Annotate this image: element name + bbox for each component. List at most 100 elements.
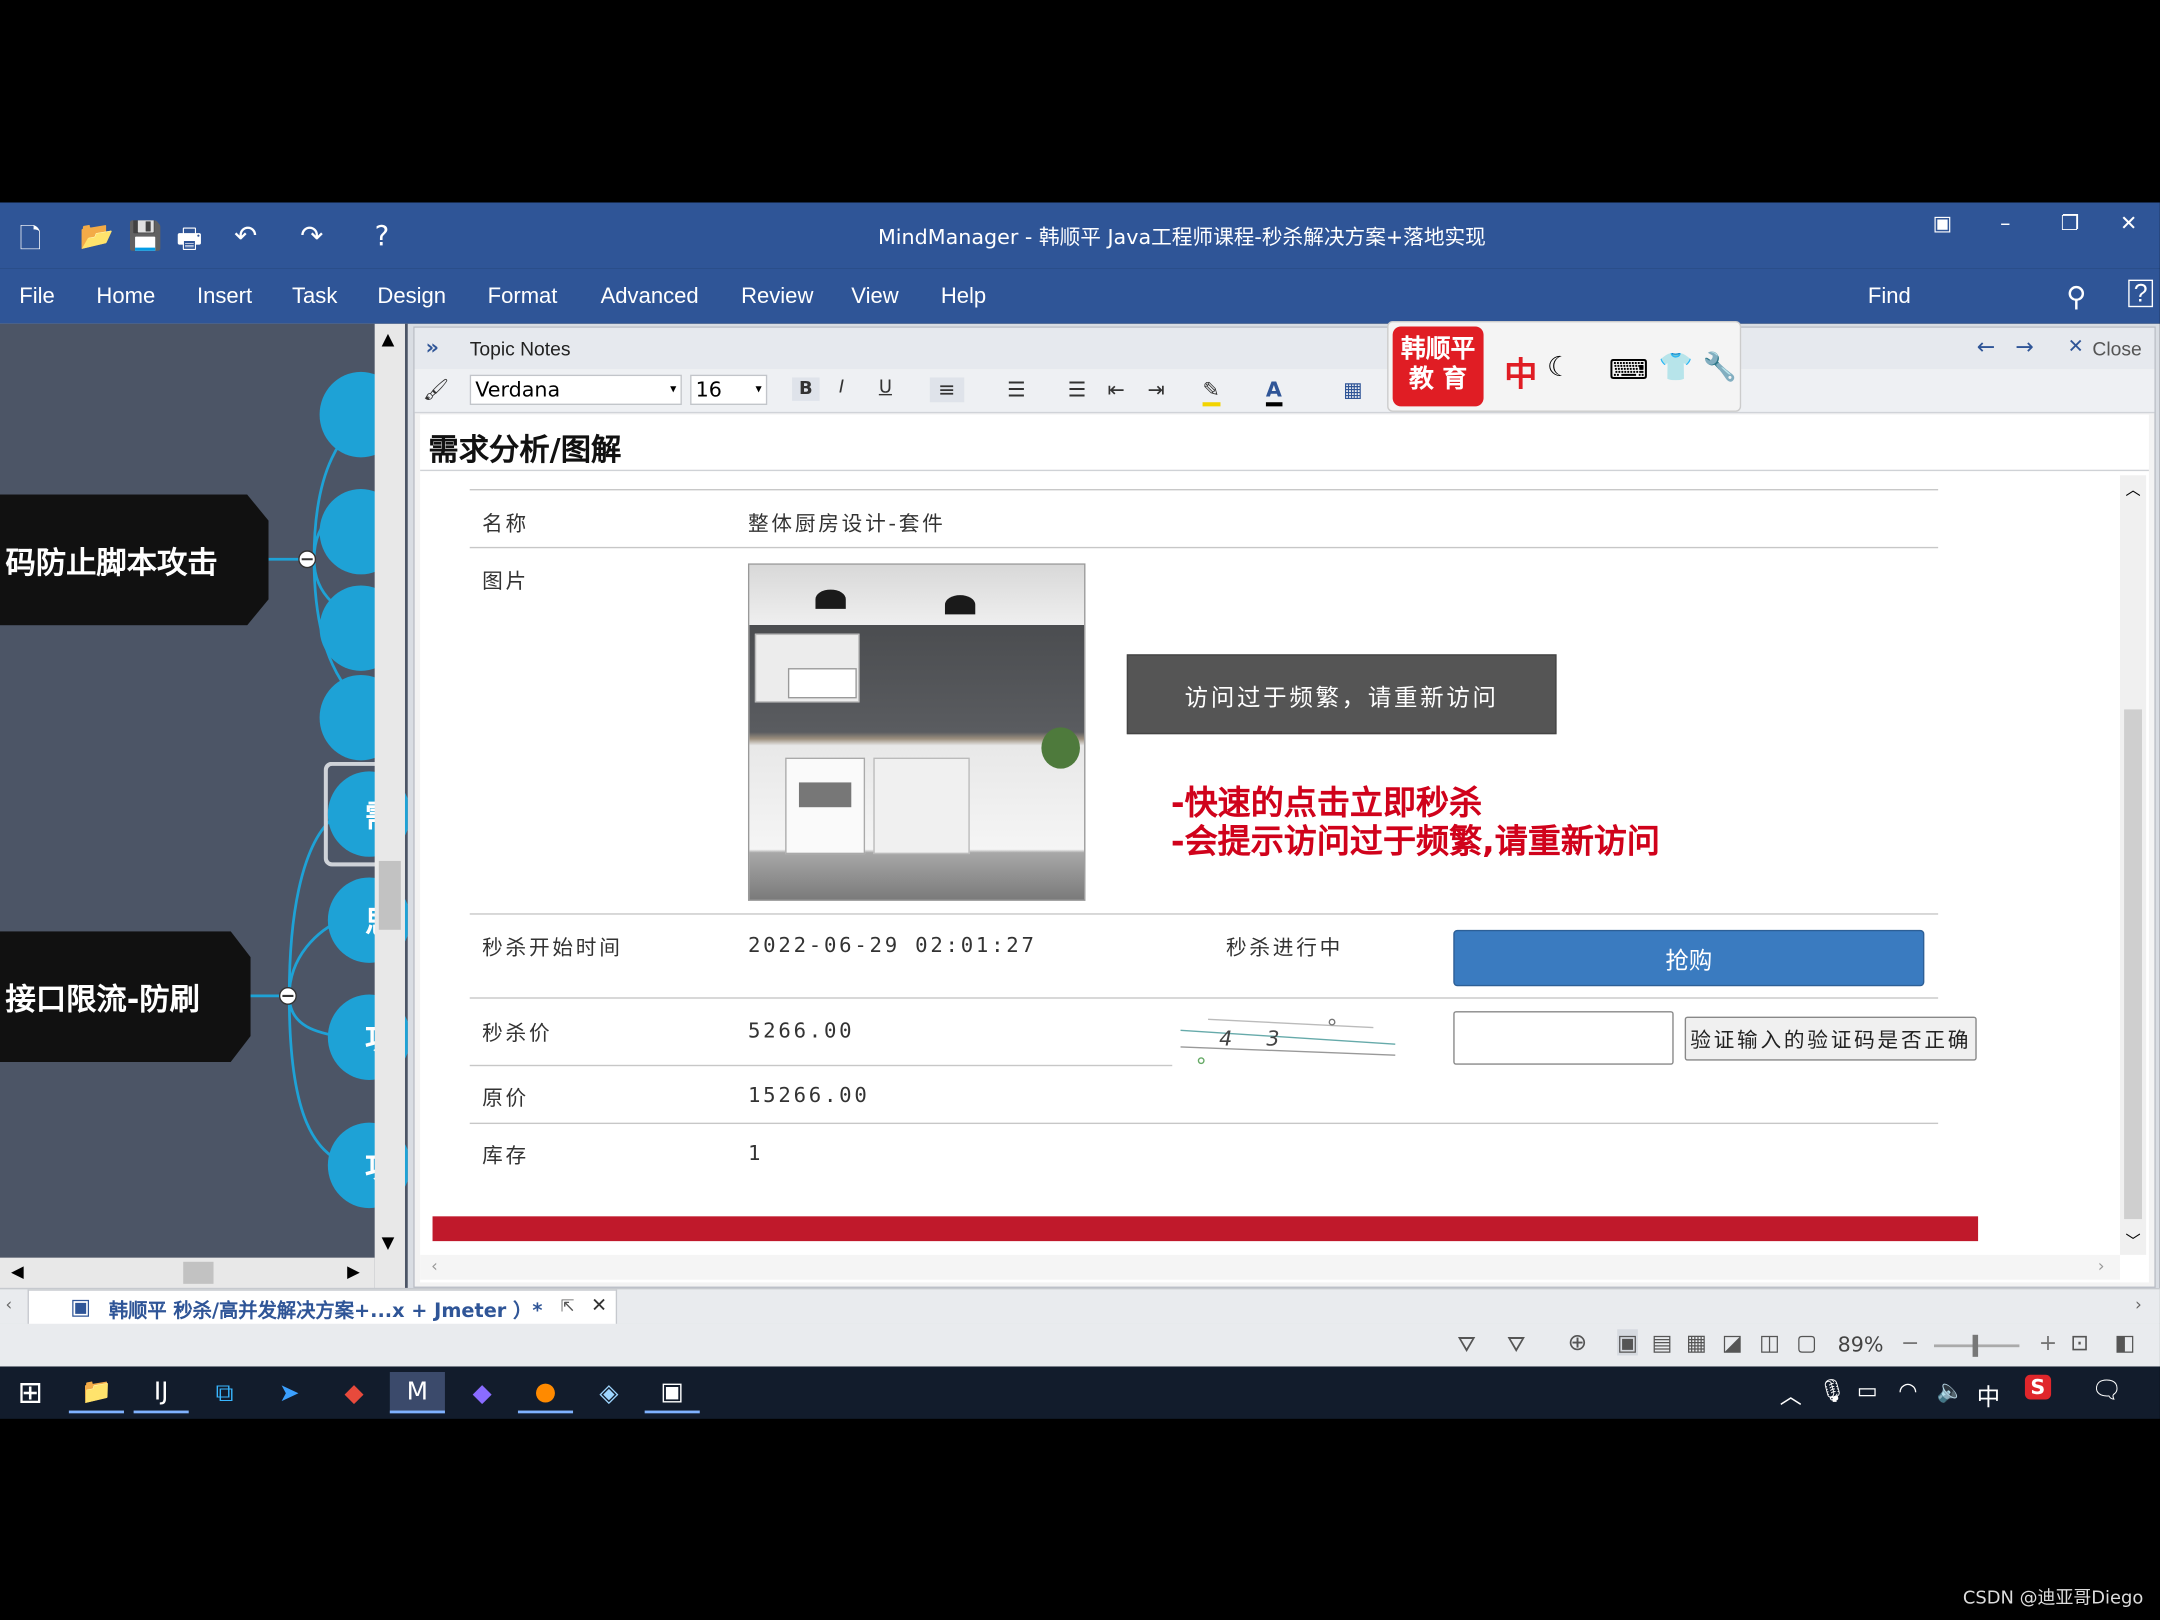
font-color-icon[interactable]: A [1265,377,1282,407]
numbered-list-icon[interactable]: ☰ [1007,377,1026,402]
format-painter-icon[interactable]: 🖌 [423,377,449,402]
ime-indicator[interactable]: 中 [1977,1378,2000,1412]
ribbon-display-icon[interactable]: ▣ [1933,211,1953,236]
scroll-down-icon[interactable]: ﹀ [2125,1230,2140,1252]
wrench-icon[interactable]: 🔧 [1703,350,1737,383]
gantt-view-icon[interactable]: ◫ [1759,1329,1780,1355]
tab-scroll-right-icon[interactable]: › [2135,1295,2142,1314]
italic-icon[interactable]: I [839,377,844,398]
menu-help[interactable]: Help [941,285,986,310]
fit-page-icon[interactable]: ⊡ [2070,1329,2088,1355]
wifi-icon[interactable]: ◠ [1898,1378,1917,1404]
doc-horizontal-scrollbar[interactable]: ‹ › [420,1254,2120,1280]
close-notes-label[interactable]: Close [2092,337,2141,359]
minimize-button[interactable]: – [2000,211,2010,236]
close-notes-icon[interactable]: ✕ [2068,336,2084,358]
fit-map-icon[interactable]: ▢ [1796,1329,1817,1355]
scroll-left-icon[interactable]: ‹ [431,1256,438,1275]
indent-icon[interactable]: ⇥ [1147,377,1164,402]
moon-icon[interactable]: ☾ [1547,350,1572,383]
verify-captcha-button[interactable]: 验证输入的验证码是否正确 [1684,1016,1977,1061]
menu-find[interactable]: Find [1868,285,1911,310]
doc-scroll-thumb[interactable] [2124,709,2143,1220]
intellij-icon[interactable]: IJ [133,1372,189,1414]
file-explorer-icon[interactable]: 📁 [68,1372,124,1414]
map-node-script-attack[interactable]: 码防止脚本攻击 [0,494,269,626]
captcha-input[interactable] [1453,1011,1674,1065]
ime-chinese-mode[interactable]: 中 [1504,347,1537,395]
firefox-icon[interactable]: ● [517,1372,574,1414]
tab-float-icon[interactable]: ⇱ [561,1296,575,1315]
buy-button[interactable]: 抢购 [1453,929,1925,987]
sogou-ime-icon[interactable]: S [2024,1374,2051,1400]
scroll-up-icon[interactable]: ︿ [2125,478,2140,500]
scroll-down-icon[interactable]: ▼ [382,1233,395,1252]
vs-app-icon[interactable]: ◆ [455,1372,510,1413]
font-size-select[interactable]: 16 ▾ [690,374,768,405]
notes-app-icon[interactable]: ◈ [581,1372,636,1413]
menu-insert[interactable]: Insert [197,285,252,310]
zoom-in-icon[interactable]: + [2039,1329,2057,1355]
doc-vertical-scrollbar[interactable]: ︿ ﹀ [2119,475,2147,1255]
app-switch-icon[interactable]: ⧉ [197,1372,252,1413]
schedule-view-icon[interactable]: ▦ [1686,1329,1707,1355]
scroll-thumb[interactable] [378,860,401,930]
highlight-icon[interactable]: ✎ [1202,377,1220,407]
menu-advanced[interactable]: Advanced [601,285,699,310]
menu-home[interactable]: Home [96,285,155,310]
mind-map-pane[interactable]: 码防止脚本攻击 接口限流-防刷 需 思 功 功 ▲ ▼ ◀ ▶ [0,323,408,1288]
filter-icon[interactable]: ⛛ [1457,1331,1476,1359]
next-note-icon[interactable]: → [2015,333,2033,359]
zoom-out-icon[interactable]: − [1901,1329,1919,1355]
close-window-button[interactable]: ✕ [2120,211,2137,236]
bold-icon[interactable]: B [792,377,820,401]
keyboard-icon[interactable]: ⌨ [1609,353,1649,386]
mindmanager-taskbar-icon[interactable]: M [389,1371,445,1414]
font-family-select[interactable]: Verdana ▾ [469,374,682,405]
skin-shirt-icon[interactable]: 👕 [1659,350,1693,383]
scroll-left-icon[interactable]: ◀ [11,1262,24,1281]
panel-toggle-icon[interactable]: ◧ [2114,1329,2135,1355]
restore-button[interactable]: ❐ [2061,211,2080,236]
align-left-icon[interactable]: ≡ [929,377,964,403]
arrow-app-icon[interactable]: ➤ [262,1372,317,1413]
tab-close-icon[interactable]: ✕ [591,1295,607,1317]
volume-icon[interactable]: 🔈 [1937,1378,1964,1404]
microphone-icon[interactable]: 🎙 [1818,1378,1846,1404]
tray-expand-icon[interactable]: ︿ [1780,1378,1802,1411]
table-icon[interactable]: ▦ [1343,377,1363,402]
battery-icon[interactable]: ▭ [1857,1378,1878,1404]
menu-format[interactable]: Format [488,285,558,310]
scroll-up-icon[interactable]: ▲ [382,329,395,348]
captcha-image[interactable]: 4 3 [1180,1013,1396,1067]
outline-view-icon[interactable]: ▤ [1652,1329,1673,1355]
link-view-icon[interactable]: ◪ [1722,1329,1743,1355]
bullet-list-icon[interactable]: ☰ [1068,377,1087,402]
map-horizontal-scrollbar[interactable]: ◀ ▶ [0,1257,375,1288]
menu-design[interactable]: Design [377,285,446,310]
map-node-rate-limit[interactable]: 接口限流-防刷 [0,931,251,1063]
prev-note-icon[interactable]: ← [1977,333,1995,359]
underline-icon[interactable]: U [879,377,892,398]
scroll-right-icon[interactable]: ▶ [347,1262,360,1281]
tab-scroll-left-icon[interactable]: ‹ [6,1295,13,1314]
redis-app-icon[interactable]: ◆ [326,1372,381,1413]
zoom-slider-thumb[interactable] [1972,1334,1979,1357]
document-tab[interactable]: ▣ 韩顺平 秒杀/高并发解决方案+...x + Jmeter ）* ⇱ ✕ [27,1289,618,1326]
menu-task[interactable]: Task [292,285,337,310]
menu-file[interactable]: File [19,285,55,310]
start-windows-icon[interactable]: ⊞ [3,1372,58,1413]
scroll-right-icon[interactable]: › [2098,1256,2105,1275]
h-scroll-thumb[interactable] [183,1261,214,1284]
outdent-icon[interactable]: ⇤ [1108,377,1125,402]
menu-view[interactable]: View [851,285,898,310]
collapse-pane-icon[interactable]: » [426,335,439,360]
map-view-icon[interactable]: ▣ [1617,1329,1639,1356]
note-document[interactable]: 需求分析/图解 名称 整体厨房设计-套件 图片 访问过于频繁，请重新访问 -快速… [420,414,2149,1283]
map-vertical-scrollbar[interactable]: ▲ ▼ [374,323,405,1288]
binoculars-icon[interactable]: ⚲ [2066,280,2086,314]
notification-icon[interactable]: 🗨 [2091,1376,2122,1405]
terminal-app-icon[interactable]: ▣ [644,1372,700,1414]
menu-review[interactable]: Review [741,285,813,310]
add-topic-icon[interactable]: ⊕ [1568,1329,1588,1357]
